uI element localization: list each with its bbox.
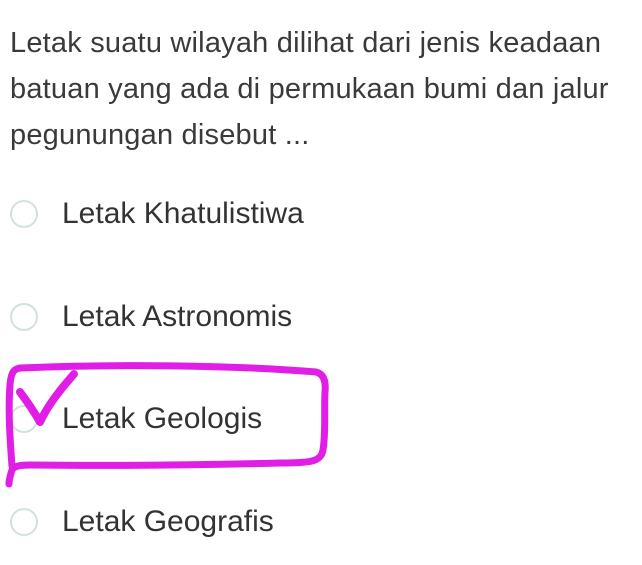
question-text: Letak suatu wilayah dilihat dari jenis k… — [10, 27, 609, 151]
option-label: Letak Geologis — [62, 402, 263, 435]
option-letak-khatulistiwa[interactable]: Letak Khatulistiwa — [10, 194, 304, 234]
option-label: Letak Astronomis — [62, 300, 293, 333]
option-label: Letak Khatulistiwa — [62, 197, 304, 230]
option-letak-astronomis[interactable]: Letak Astronomis — [10, 297, 292, 337]
radio-button[interactable] — [10, 405, 38, 433]
radio-button[interactable] — [10, 303, 38, 331]
option-letak-geologis[interactable]: Letak Geologis — [10, 399, 262, 439]
option-letak-geografis[interactable]: Letak Geografis — [10, 502, 274, 542]
option-label: Letak Geografis — [62, 505, 274, 538]
radio-button[interactable] — [10, 508, 38, 536]
radio-button[interactable] — [10, 200, 38, 228]
